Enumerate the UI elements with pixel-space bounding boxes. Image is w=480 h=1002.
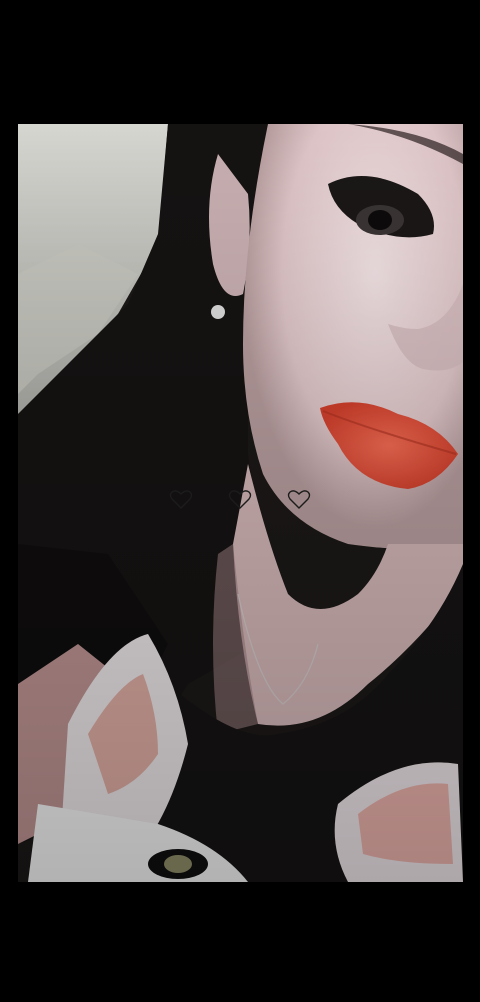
- heart-reactions: [0, 486, 480, 514]
- story-viewer: [0, 0, 480, 1002]
- heart-outline-icon[interactable]: [286, 486, 312, 512]
- heart-outline-icon[interactable]: [227, 486, 253, 512]
- heart-outline-icon[interactable]: [168, 486, 194, 512]
